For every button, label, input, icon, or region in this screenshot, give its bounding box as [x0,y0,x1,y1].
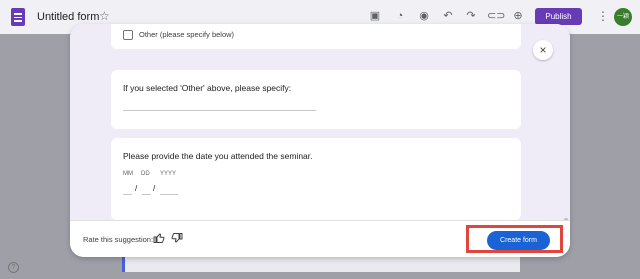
close-button[interactable]: × [533,40,553,60]
star-icon[interactable]: ☆ [99,9,110,23]
year-label: YYYY [160,171,177,177]
other-question-card: If you selected 'Other' above, please sp… [111,70,521,129]
option-card: Other (please specify below) [111,24,521,49]
highlight-annotation [466,225,563,253]
link-icon[interactable]: ⊂⊃ [487,9,505,23]
rate-suggestion-label: Rate this suggestion: [83,235,154,244]
preview-icon[interactable]: ◉ [417,9,431,23]
day-label: DD [141,171,150,177]
form-preview: Other (please specify below) If you sele… [70,24,570,220]
customize-icon[interactable]: ▣ [368,9,382,23]
forms-logo-icon[interactable] [11,8,25,26]
thumbs-down-icon[interactable] [171,232,183,244]
date-question-card: Please provide the date you attended the… [111,138,521,220]
date-separator: / [135,184,138,193]
other-checkbox[interactable] [123,30,133,40]
year-field[interactable] [160,183,178,195]
background-question-card [122,256,520,272]
thumbs-up-icon[interactable] [153,232,165,244]
dialog-footer: Rate this suggestion: Create form [70,220,570,257]
other-question-text: If you selected 'Other' above, please sp… [123,83,292,93]
close-icon: × [539,43,547,57]
date-separator: / [153,184,156,193]
help-icon[interactable]: ? [8,262,19,273]
form-title[interactable]: Untitled form [37,11,99,23]
suggestion-dialog: Other (please specify below) If you sele… [70,24,570,257]
date-question-text: Please provide the date you attended the… [123,151,313,161]
more-icon[interactable]: ⋮ [597,9,609,23]
redo-icon[interactable]: ↷ [464,9,478,23]
avatar[interactable]: 一颖 [614,8,632,26]
day-field[interactable] [142,183,151,195]
publish-button[interactable]: Publish [535,8,582,25]
month-label: MM [123,171,133,177]
add-collaborator-icon[interactable]: ⊕ [511,9,525,23]
month-field[interactable] [123,183,132,195]
undo-icon[interactable]: ↶ [441,9,455,23]
other-option-label: Other (please specify below) [139,30,235,39]
palette-icon[interactable]: ◔ [393,9,407,23]
short-answer-field[interactable] [123,110,316,111]
